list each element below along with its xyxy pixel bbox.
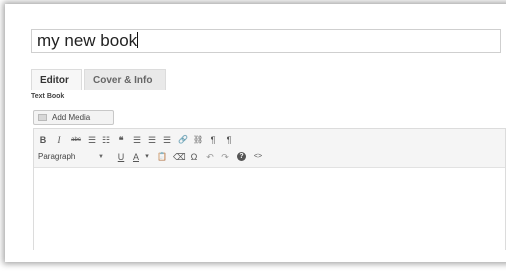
tab-editor-label: Editor: [40, 75, 69, 86]
underline-icon[interactable]: U: [116, 150, 126, 164]
help-icon[interactable]: ?: [237, 152, 246, 161]
undo-icon[interactable]: ↶: [205, 150, 215, 164]
blockquote-icon[interactable]: ❝: [116, 133, 126, 147]
add-media-label: Add Media: [52, 113, 91, 122]
add-media-button[interactable]: Add Media: [33, 110, 114, 125]
editor-label: Text Book: [31, 93, 65, 100]
numbered-list-icon[interactable]: ☷: [101, 133, 111, 147]
text-color-icon[interactable]: A: [131, 150, 141, 164]
italic-icon[interactable]: I: [54, 133, 64, 147]
tab-cover-info-label: Cover & Info: [93, 75, 153, 86]
chevron-down-icon: ▼: [98, 154, 104, 160]
align-center-icon[interactable]: ☰: [147, 133, 157, 147]
editor-area: B I abc ☰ ☷ ❝ ☰ ☰ ☰ 🔗 ⛓ ¶ ¶ Paragraph ▼ …: [33, 128, 506, 251]
code-icon[interactable]: <>: [252, 150, 264, 164]
bullet-list-icon[interactable]: ☰: [87, 133, 97, 147]
toolbar-toggle-icon[interactable]: ¶: [208, 133, 218, 147]
tab-editor[interactable]: Editor: [31, 69, 82, 90]
bold-icon[interactable]: B: [38, 133, 48, 147]
clear-formatting-icon[interactable]: ⌫: [173, 150, 186, 164]
editor-content[interactable]: [34, 168, 505, 251]
unlink-icon[interactable]: ⛓: [193, 133, 203, 147]
tab-cover-info[interactable]: Cover & Info: [84, 69, 166, 90]
title-value: my new book: [37, 31, 138, 50]
paste-text-icon[interactable]: 📋: [157, 150, 167, 164]
title-input[interactable]: my new book: [31, 29, 501, 53]
special-character-icon[interactable]: Ω: [189, 150, 199, 164]
align-left-icon[interactable]: ☰: [132, 133, 142, 147]
format-select[interactable]: Paragraph ▼: [38, 150, 104, 164]
strikethrough-icon[interactable]: abc: [69, 133, 83, 147]
format-select-value: Paragraph: [38, 152, 76, 161]
redo-icon[interactable]: ↷: [220, 150, 230, 164]
align-right-icon[interactable]: ☰: [162, 133, 172, 147]
media-icon: [38, 114, 47, 121]
text-color-dropdown-icon[interactable]: ▾: [143, 150, 151, 164]
editor-toolbar: B I abc ☰ ☷ ❝ ☰ ☰ ☰ 🔗 ⛓ ¶ ¶ Paragraph ▼ …: [34, 129, 505, 168]
text-caret: [137, 32, 139, 48]
paragraph-icon[interactable]: ¶: [224, 133, 234, 147]
insert-link-icon[interactable]: 🔗: [178, 133, 188, 147]
